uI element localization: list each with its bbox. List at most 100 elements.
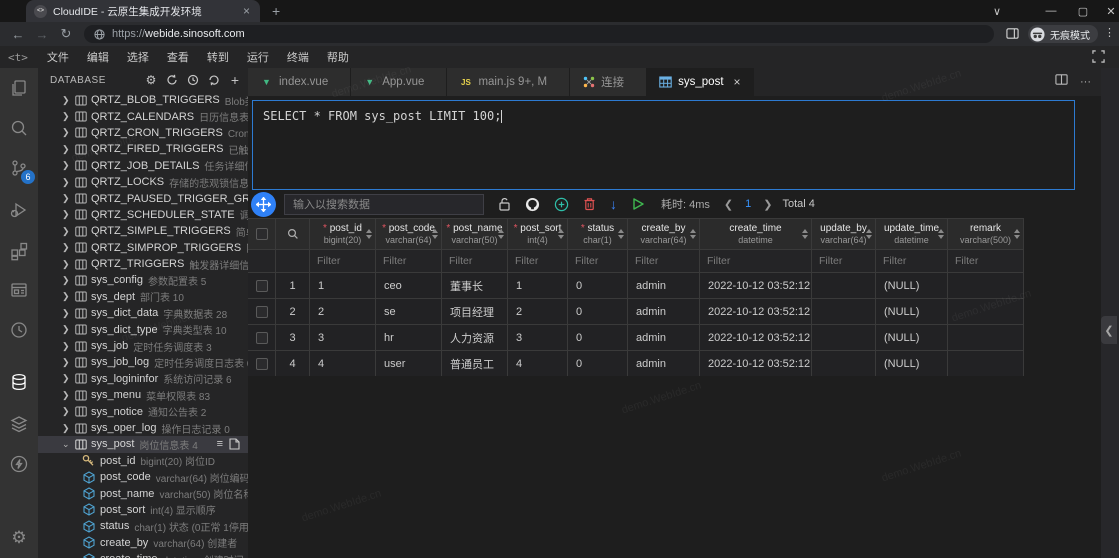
cell-post-name[interactable]: 项目经理 xyxy=(442,299,508,324)
menu-item[interactable]: 文件 xyxy=(38,46,78,68)
menu-item[interactable]: 帮助 xyxy=(318,46,358,68)
menu-item[interactable]: 运行 xyxy=(238,46,278,68)
sort-icon[interactable] xyxy=(690,229,696,239)
tree-table-row[interactable]: ❯ sys_config 参数配置表 5 xyxy=(38,272,248,288)
tree-column-row[interactable]: post_name varchar(50) 岗位名称 xyxy=(38,485,248,501)
chevron-right-icon[interactable]: ❯ xyxy=(62,259,75,270)
tree-table-row[interactable]: ❯ QRTZ_CALENDARS 日历信息表 0 xyxy=(38,108,248,124)
chevron-right-icon[interactable]: ❯ xyxy=(62,390,75,401)
cell-status[interactable]: 0 xyxy=(568,351,628,376)
chevron-right-icon[interactable]: ❯ xyxy=(62,324,75,335)
cell-update-time[interactable]: (NULL) xyxy=(876,325,948,350)
cell-post-id[interactable]: 4 xyxy=(310,351,376,376)
chevron-right-icon[interactable]: ❯ xyxy=(62,357,75,368)
data-search-input[interactable]: 输入以搜索数据 xyxy=(284,194,484,215)
cell-create-time[interactable]: 2022-10-12 03:52:12 xyxy=(700,325,812,350)
add-row-icon[interactable] xyxy=(554,197,569,212)
row-checkbox[interactable] xyxy=(248,299,276,324)
page-next-icon[interactable]: ❯ xyxy=(763,198,772,211)
column-header[interactable]: post_name varchar(50) xyxy=(442,219,508,249)
cell-update-by[interactable] xyxy=(812,273,876,298)
editor-tab[interactable]: main.js 9+, M xyxy=(447,68,570,96)
chevron-right-icon[interactable]: ❯ xyxy=(62,127,75,138)
tree-table-row-selected[interactable]: ⌄ sys_post 岗位信息表 4 ≡ xyxy=(38,436,248,452)
back-icon[interactable]: ← xyxy=(6,27,30,42)
cell-update-by[interactable] xyxy=(812,325,876,350)
column-header[interactable]: post_sort int(4) xyxy=(508,219,568,249)
tab-close-icon[interactable]: × xyxy=(734,75,741,89)
browser-menu-icon[interactable]: ⋮ xyxy=(1104,26,1116,39)
tree-table-row[interactable]: ❯ QRTZ_JOB_DETAILS 任务详细信息... xyxy=(38,158,248,174)
tree-table-row[interactable]: ❯ QRTZ_CRON_TRIGGERS Cron类型... xyxy=(38,125,248,141)
column-header[interactable]: status char(1) xyxy=(568,219,628,249)
address-bar[interactable]: https://webide.sinosoft.com xyxy=(84,25,994,43)
tree-table-row[interactable]: ❯ sys_dict_data 字典数据表 28 xyxy=(38,305,248,321)
table-row[interactable]: 1 1 ceo 董事长 1 0 admin 2022-10-12 03:52:1… xyxy=(248,272,1024,298)
tree-table-row[interactable]: ❯ QRTZ_SIMPLE_TRIGGERS 简单触发... xyxy=(38,223,248,239)
chevron-right-icon[interactable]: ❯ xyxy=(62,291,75,302)
chevron-right-icon[interactable]: ❯ xyxy=(62,95,75,106)
filter-input[interactable]: Filter xyxy=(376,250,442,272)
sort-icon[interactable] xyxy=(432,229,438,239)
explorer-icon[interactable] xyxy=(0,70,38,106)
cell-create-by[interactable]: admin xyxy=(628,273,700,298)
editor-tab[interactable]: sys_post × xyxy=(647,68,753,96)
cell-remark[interactable] xyxy=(948,273,1024,298)
database-icon[interactable] xyxy=(0,364,38,400)
filter-input[interactable]: Filter xyxy=(876,250,948,272)
more-actions-icon[interactable]: ··· xyxy=(1080,76,1091,88)
cell-post-sort[interactable]: 3 xyxy=(508,325,568,350)
cell-post-code[interactable]: hr xyxy=(376,325,442,350)
cell-create-time[interactable]: 2022-10-12 03:52:12 xyxy=(700,299,812,324)
tree-column-row[interactable]: create_by varchar(64) 创建者 xyxy=(38,535,248,551)
tree-table-row[interactable]: ❯ sys_logininfor 系统访问记录 6 xyxy=(38,371,248,387)
timer-icon[interactable] xyxy=(0,312,38,348)
tree-table-row[interactable]: ❯ sys_notice 通知公告表 2 xyxy=(38,403,248,419)
editor-tab[interactable]: App.vue xyxy=(351,68,447,96)
column-header[interactable]: create_time datetime xyxy=(700,219,812,249)
preview-layout-icon[interactable] xyxy=(0,272,38,308)
page-number[interactable]: 1 xyxy=(745,198,751,210)
tree-column-row[interactable]: create_time datetime 创建时间 xyxy=(38,551,248,558)
filter-input[interactable]: Filter xyxy=(442,250,508,272)
menu-item[interactable]: 编辑 xyxy=(78,46,118,68)
cell-post-code[interactable]: user xyxy=(376,351,442,376)
menu-item[interactable]: 转到 xyxy=(198,46,238,68)
tree-table-row[interactable]: ❯ QRTZ_SCHEDULER_STATE 调度器状... xyxy=(38,207,248,223)
sort-icon[interactable] xyxy=(866,229,872,239)
cell-create-time[interactable]: 2022-10-12 03:52:12 xyxy=(700,273,812,298)
column-header[interactable]: create_by varchar(64) xyxy=(628,219,700,249)
filter-input[interactable]: Filter xyxy=(948,250,1024,272)
table-row[interactable]: 3 3 hr 人力资源 3 0 admin 2022-10-12 03:52:1… xyxy=(248,324,1024,350)
tree-column-row[interactable]: post_id bigint(20) 岗位ID xyxy=(38,453,248,469)
chevron-right-icon[interactable]: ❯ xyxy=(62,160,75,171)
filter-input[interactable]: Filter xyxy=(812,250,876,272)
tree-table-row[interactable]: ❯ QRTZ_TRIGGERS 触发器详细信息表 3 xyxy=(38,256,248,272)
chevron-right-icon[interactable]: ❯ xyxy=(62,423,75,434)
split-editor-icon[interactable] xyxy=(1055,73,1068,91)
cell-post-name[interactable]: 董事长 xyxy=(442,273,508,298)
tree-table-row[interactable]: ❯ QRTZ_FIRED_TRIGGERS 已触发的触... xyxy=(38,141,248,157)
layers-icon[interactable] xyxy=(0,406,38,442)
row-checkbox[interactable] xyxy=(248,273,276,298)
page-prev-icon[interactable]: ❮ xyxy=(724,198,733,211)
window-close-icon[interactable]: ✕ xyxy=(1096,0,1119,22)
row-checkbox[interactable] xyxy=(248,325,276,350)
tree-table-row[interactable]: ❯ sys_dept 部门表 10 xyxy=(38,289,248,305)
cell-update-time[interactable]: (NULL) xyxy=(876,351,948,376)
reload-icon[interactable]: ↻ xyxy=(54,26,78,42)
tree-table-row[interactable]: ❯ QRTZ_PAUSED_TRIGGER_GRPS 暂... xyxy=(38,190,248,206)
select-all-checkbox[interactable] xyxy=(248,219,276,249)
db-sync-icon[interactable] xyxy=(165,73,179,87)
cell-create-time[interactable]: 2022-10-12 03:52:12 xyxy=(700,351,812,376)
row-search-icon[interactable] xyxy=(276,219,310,249)
cell-post-code[interactable]: ceo xyxy=(376,273,442,298)
chevron-right-icon[interactable]: ❯ xyxy=(62,242,75,253)
tree-table-row[interactable]: ❯ sys_menu 菜单权限表 83 xyxy=(38,387,248,403)
table-row[interactable]: 4 4 user 普通员工 4 0 admin 2022-10-12 03:52… xyxy=(248,350,1024,376)
filter-input[interactable]: Filter xyxy=(508,250,568,272)
chevron-right-icon[interactable]: ❯ xyxy=(62,406,75,417)
table-ddl-icon[interactable]: ≡ xyxy=(217,438,223,450)
table-row[interactable]: 2 2 se 项目经理 2 0 admin 2022-10-12 03:52:1… xyxy=(248,298,1024,324)
cell-post-sort[interactable]: 2 xyxy=(508,299,568,324)
